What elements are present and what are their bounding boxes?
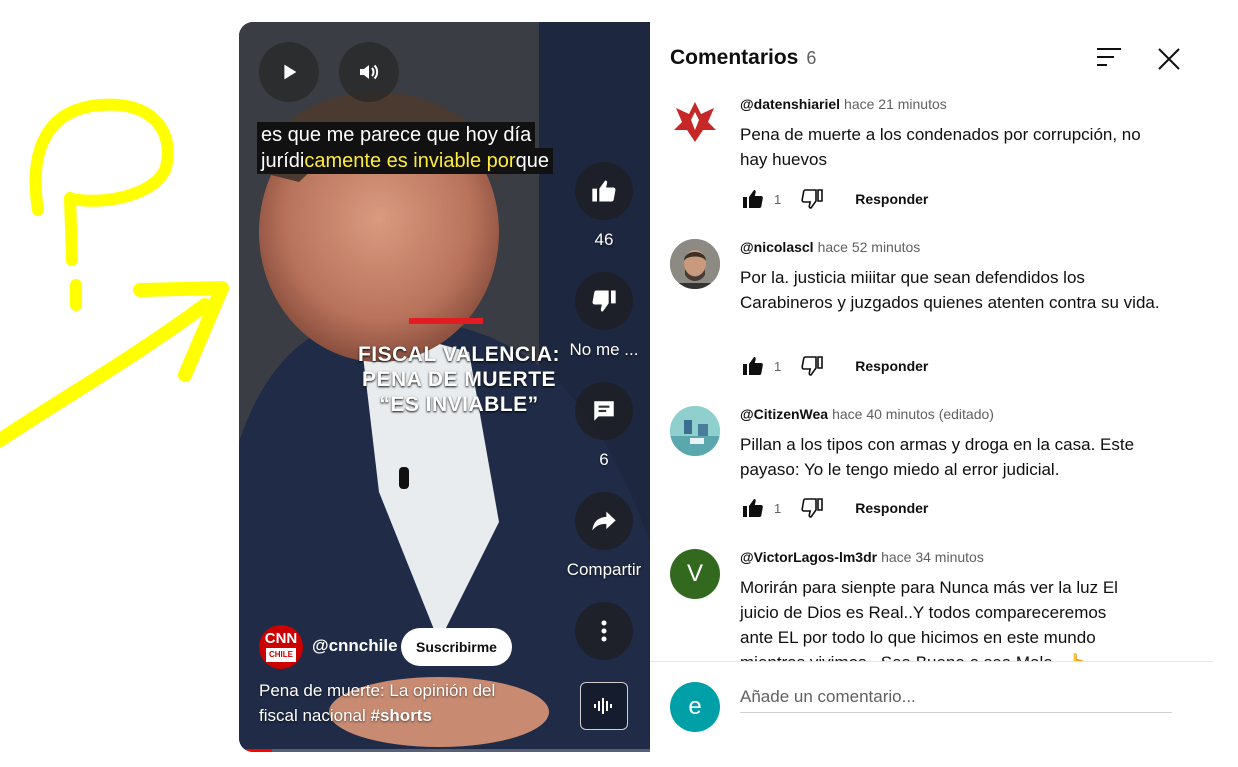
comment-time[interactable]: hace 21 minutos bbox=[844, 96, 947, 112]
red-emblem-avatar-icon bbox=[674, 102, 716, 142]
pixel-art-avatar-icon bbox=[670, 406, 720, 456]
video-headline: FISCAL VALENCIA: PENA DE MUERTE “ES INVI… bbox=[357, 343, 561, 416]
more-vert-icon bbox=[601, 620, 607, 642]
comment-input-divider bbox=[650, 661, 1213, 662]
video-progress-bar[interactable] bbox=[239, 749, 650, 752]
comment-time[interactable]: hace 40 minutos (editado) bbox=[832, 406, 994, 422]
subscribe-button[interactable]: Suscribirme bbox=[401, 628, 512, 666]
video-progress-fill bbox=[239, 749, 272, 752]
commenter-avatar[interactable]: V bbox=[670, 549, 720, 599]
comment-dislike-icon[interactable] bbox=[799, 353, 825, 379]
like-count: 46 bbox=[594, 230, 614, 249]
comment-actions: 1 Responder bbox=[740, 351, 928, 381]
dislike-button[interactable] bbox=[575, 272, 633, 330]
volume-icon bbox=[360, 64, 379, 80]
video-title[interactable]: Pena de muerte: La opinión del fiscal na… bbox=[259, 678, 519, 728]
comment-item: @CitizenWea hace 40 minutos (editado) Pil… bbox=[670, 406, 1190, 536]
sort-icon[interactable] bbox=[1095, 44, 1125, 70]
comment-time[interactable]: hace 34 minutos bbox=[881, 549, 984, 565]
person-photo-avatar-icon bbox=[670, 239, 720, 289]
comment-time[interactable]: hace 52 minutos bbox=[818, 239, 921, 255]
commenter-avatar[interactable] bbox=[670, 96, 720, 146]
comment-item: @datenshiariel hace 21 minutos Pena de mu… bbox=[670, 96, 1190, 226]
comment-text: Morirán para sienpte para Nunca más ver … bbox=[740, 578, 1118, 661]
comment-like-icon[interactable] bbox=[740, 353, 766, 379]
play-icon bbox=[284, 64, 297, 80]
shorts-hashtag[interactable]: #shorts bbox=[371, 706, 432, 725]
more-options-button[interactable] bbox=[575, 602, 633, 660]
comment-like-icon[interactable] bbox=[740, 186, 766, 212]
comment-meta: @nicolascl hace 52 minutos bbox=[740, 239, 920, 255]
comment-item: V @VictorLagos-lm3dr hace 34 minutos Mori… bbox=[670, 549, 1190, 661]
share-label: Compartir bbox=[566, 560, 642, 579]
volume-button[interactable] bbox=[339, 42, 399, 102]
comment-dislike-icon[interactable] bbox=[799, 186, 825, 212]
comments-button[interactable] bbox=[575, 382, 633, 440]
channel-avatar[interactable]: CNN CHILE bbox=[259, 625, 303, 669]
comment-actions: 1 Responder bbox=[740, 184, 928, 214]
sound-waveform-button[interactable] bbox=[580, 682, 628, 730]
comments-title: Comentarios bbox=[670, 46, 799, 69]
comment-count: 6 bbox=[599, 450, 609, 469]
shorts-player-card: es que me parece que hoy día jurídicamen… bbox=[239, 22, 1213, 752]
waveform-icon bbox=[594, 698, 612, 714]
like-button[interactable] bbox=[575, 162, 633, 220]
comment-dislike-icon[interactable] bbox=[799, 495, 825, 521]
comment-author[interactable]: @VictorLagos-lm3dr bbox=[740, 549, 877, 565]
comment-icon bbox=[594, 401, 614, 421]
caption-line-1: es que me parece que hoy día bbox=[257, 122, 536, 148]
play-button[interactable] bbox=[259, 42, 319, 102]
share-button[interactable] bbox=[575, 492, 633, 550]
comment-like-count: 1 bbox=[774, 358, 782, 374]
comment-author[interactable]: @nicolascl bbox=[740, 239, 814, 255]
comment-like-icon[interactable] bbox=[740, 495, 766, 521]
comment-item: @nicolascl hace 52 minutos Por la. justic… bbox=[670, 239, 1190, 399]
commenter-avatar[interactable] bbox=[670, 239, 720, 289]
comment-author[interactable]: @datenshiariel bbox=[740, 96, 840, 112]
channel-handle[interactable]: @cnnchile bbox=[312, 636, 398, 656]
comments-count: 6 bbox=[806, 48, 817, 68]
comment-text: Por la. justicia miiitar que sean defend… bbox=[740, 268, 1160, 312]
comment-list[interactable]: @datenshiariel hace 21 minutos Pena de mu… bbox=[650, 86, 1213, 661]
commenter-avatar[interactable] bbox=[670, 406, 720, 456]
thumbs-up-icon bbox=[592, 180, 616, 202]
current-user-avatar[interactable]: e bbox=[670, 682, 720, 732]
headline-red-bar bbox=[409, 318, 483, 324]
yellow-question-arrow-annotation bbox=[0, 98, 229, 447]
comment-meta: @datenshiariel hace 21 minutos bbox=[740, 96, 947, 112]
comment-author[interactable]: @CitizenWea bbox=[740, 406, 828, 422]
avatar-initial: V bbox=[686, 560, 703, 587]
share-icon bbox=[592, 511, 616, 531]
comment-like-count: 1 bbox=[774, 191, 782, 207]
comment-meta: @CitizenWea hace 40 minutos (editado) bbox=[740, 406, 994, 422]
video-player[interactable]: es que me parece que hoy día jurídicamen… bbox=[239, 22, 650, 752]
reply-button[interactable]: Responder bbox=[855, 191, 928, 207]
comment-text: Pillan a los tipos con armas y droga en … bbox=[740, 435, 1135, 479]
reply-button[interactable]: Responder bbox=[855, 358, 928, 374]
comment-meta: @VictorLagos-lm3dr hace 34 minutos bbox=[740, 549, 984, 565]
reply-button[interactable]: Responder bbox=[855, 500, 928, 516]
comment-like-count: 1 bbox=[774, 500, 782, 516]
thumbs-down-icon bbox=[592, 290, 616, 312]
comments-header: Comentarios 6 bbox=[670, 46, 816, 70]
comment-text: Pena de muerte a los condenados por corr… bbox=[740, 125, 1141, 169]
add-comment-input[interactable] bbox=[740, 682, 1172, 713]
dislike-label: No me ... bbox=[569, 340, 639, 359]
close-icon[interactable] bbox=[1154, 44, 1184, 74]
caption-line-2: jurídicamente es inviable porque bbox=[257, 148, 553, 174]
comment-actions: 1 Responder bbox=[740, 493, 928, 523]
video-caption: es que me parece que hoy día jurídicamen… bbox=[257, 122, 553, 174]
comments-panel: Comentarios 6 @datenshiariel hace 21 minut… bbox=[650, 22, 1213, 752]
